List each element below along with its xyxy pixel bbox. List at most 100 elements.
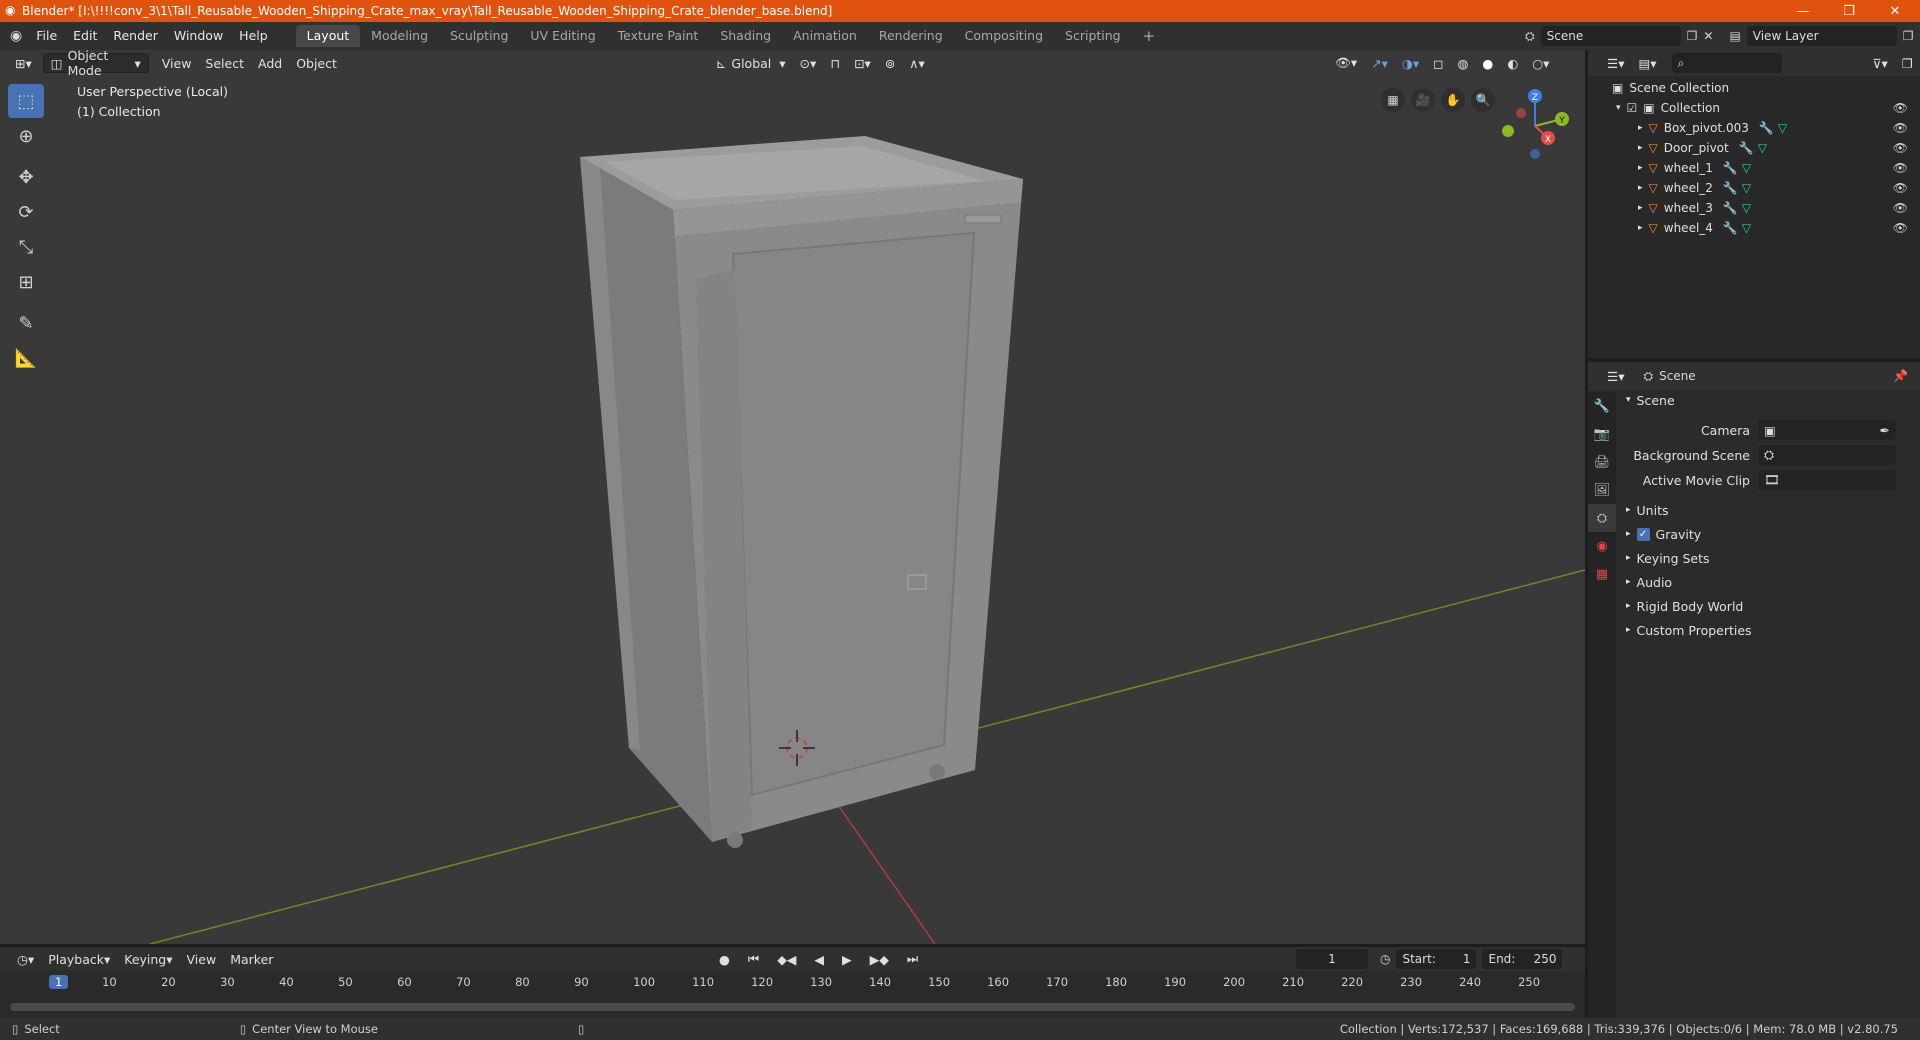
tab-shading[interactable]: Shading <box>709 25 782 47</box>
menu-keying[interactable]: Keying ▾ <box>117 949 179 969</box>
menu-add[interactable]: Add <box>251 53 289 73</box>
gravity-checkbox[interactable]: ✓ <box>1636 527 1650 541</box>
menu-view[interactable]: View <box>155 53 199 73</box>
units-panel[interactable]: ▸ Units <box>1618 498 1920 522</box>
outliner-object-row[interactable]: ▸ ▽ wheel_3 🔧 ▽ 👁 <box>1588 198 1920 218</box>
custom-properties-panel[interactable]: ▸ Custom Properties <box>1618 618 1920 642</box>
outliner-object-row[interactable]: ▸ ▽ wheel_1 🔧 ▽ 👁 <box>1588 158 1920 178</box>
new-scene-icon[interactable]: ❐ <box>1687 29 1698 43</box>
view-layer-tab-icon[interactable]: 🖼 <box>1588 476 1616 504</box>
expand-arrow-icon[interactable]: ▾ <box>1616 103 1621 113</box>
falloff-icon[interactable]: ∧▾ <box>902 53 931 73</box>
annotate-tool-icon[interactable]: ✎ <box>8 306 44 340</box>
eye-icon[interactable]: 👁 <box>1893 101 1908 115</box>
scene-panel-header[interactable]: ▾ Scene <box>1618 388 1920 412</box>
snap-toggle-icon[interactable]: ⊓ <box>823 53 847 73</box>
timeline-ruler[interactable]: 1 10 20 30 40 50 60 70 80 90 100 110 120 130 140 150 160… <box>0 973 1585 993</box>
eye-icon[interactable]: 👁 <box>1893 221 1908 235</box>
scene-tab-icon[interactable]: ⛭ <box>1588 504 1616 532</box>
transform-orientation-selector[interactable]: ⊾ Global ▾ <box>709 53 793 73</box>
eye-icon[interactable]: 👁 <box>1893 161 1908 175</box>
menu-timeline-view[interactable]: View <box>180 949 224 969</box>
3d-viewport[interactable] <box>0 50 1585 944</box>
clock-icon[interactable]: ◷ <box>1380 952 1390 966</box>
blender-menu-icon[interactable]: ◉ <box>10 28 22 44</box>
outliner-object-row[interactable]: ▸ ▽ Box_pivot.003 🔧 ▽ 👁 <box>1588 118 1920 138</box>
tab-animation[interactable]: Animation <box>782 25 868 47</box>
eye-icon[interactable]: 👁 <box>1893 201 1908 215</box>
view-layer-icon[interactable]: ▤ <box>1729 29 1740 43</box>
camera-field[interactable]: ▣ ✒ <box>1758 420 1896 440</box>
tab-rendering[interactable]: Rendering <box>868 25 954 47</box>
outliner-object-row[interactable]: ▸ ▽ Door_pivot 🔧 ▽ 👁 <box>1588 138 1920 158</box>
start-frame-field[interactable]: Start: 1 <box>1396 949 1477 969</box>
mode-selector[interactable]: ◫ Object Mode ▾ <box>42 48 149 78</box>
expand-arrow-icon[interactable]: ▸ <box>1638 203 1643 213</box>
jump-end-icon[interactable]: ⏭ <box>900 949 925 969</box>
menu-playback[interactable]: Playback ▾ <box>41 949 117 969</box>
eye-icon[interactable]: 👁 <box>1893 141 1908 155</box>
record-icon[interactable]: ● <box>712 949 737 969</box>
snap-element-icon[interactable]: ⊡▾ <box>847 53 878 73</box>
display-mode-icon[interactable]: ▤▾ <box>1631 53 1663 73</box>
menu-select[interactable]: Select <box>198 53 251 73</box>
tab-sculpting[interactable]: Sculpting <box>439 25 519 47</box>
world-tab-icon[interactable]: ◉ <box>1588 532 1616 560</box>
jump-keyframe-forward-icon[interactable]: ▶◆ <box>863 949 896 969</box>
eyedropper-icon[interactable]: ✒ <box>1880 423 1890 438</box>
menu-file[interactable]: File <box>28 22 65 50</box>
outliner-editor-type-icon[interactable]: ☰▾ <box>1600 53 1631 73</box>
audio-panel[interactable]: ▸ Audio <box>1618 570 1920 594</box>
add-workspace-icon[interactable]: + <box>1132 25 1167 47</box>
expand-arrow-icon[interactable]: ▸ <box>1638 123 1643 133</box>
measure-tool-icon[interactable]: 📐 <box>8 341 44 375</box>
menu-help[interactable]: Help <box>231 22 276 50</box>
scale-tool-icon[interactable]: ⤡ <box>8 230 44 264</box>
new-view-layer-icon[interactable]: ❐ <box>1903 29 1914 43</box>
rotate-tool-icon[interactable]: ⟳ <box>8 195 44 229</box>
tab-layout[interactable]: Layout <box>295 25 361 47</box>
camera-view-icon[interactable]: 🎥 <box>1411 88 1435 112</box>
active-movie-clip-field[interactable]: 🎞 <box>1758 470 1896 490</box>
menu-window[interactable]: Window <box>166 22 231 50</box>
menu-render[interactable]: Render <box>105 22 166 50</box>
cursor-tool-icon[interactable]: ⊕ <box>8 119 44 153</box>
rendered-shading-icon[interactable]: ○▾ <box>1525 53 1556 73</box>
expand-arrow-icon[interactable]: ▸ <box>1638 163 1643 173</box>
tab-texture-paint[interactable]: Texture Paint <box>607 25 710 47</box>
eye-icon[interactable]: 👁 <box>1893 121 1908 135</box>
pan-hand-icon[interactable]: ✋ <box>1441 88 1465 112</box>
eye-icon[interactable]: 👁 <box>1893 181 1908 195</box>
rigid-body-world-panel[interactable]: ▸ Rigid Body World <box>1618 594 1920 618</box>
timeline-editor-type-icon[interactable]: ◷▾ <box>10 949 41 969</box>
properties-editor-type-icon[interactable]: ☰▾ <box>1600 366 1631 386</box>
solid-shading-icon[interactable]: ● <box>1475 53 1500 73</box>
xray-toggle-icon[interactable]: ◻ <box>1426 53 1450 73</box>
material-shading-icon[interactable]: ◐ <box>1500 53 1525 73</box>
scene-icon[interactable]: ⛭ <box>1525 29 1535 44</box>
gravity-panel[interactable]: ▸ ✓ Gravity <box>1618 522 1920 546</box>
menu-marker[interactable]: Marker <box>223 949 280 969</box>
pivot-point-icon[interactable]: ⊙▾ <box>793 53 824 73</box>
tab-uv-editing[interactable]: UV Editing <box>519 25 606 47</box>
jump-keyframe-back-icon[interactable]: ◆◀ <box>770 949 803 969</box>
texture-tab-icon[interactable]: ▦ <box>1588 560 1616 588</box>
play-reverse-icon[interactable]: ◀ <box>807 949 831 969</box>
outliner-search-input[interactable]: ⌕ <box>1671 53 1782 73</box>
grid-view-icon[interactable]: ▦ <box>1381 88 1405 112</box>
outliner-scene-collection[interactable]: ▣ Scene Collection <box>1588 78 1920 98</box>
filter-icon[interactable]: ⊽▾ <box>1865 53 1894 73</box>
minimize-button[interactable]: — <box>1780 0 1826 22</box>
background-scene-field[interactable]: ⛭ <box>1758 445 1896 465</box>
visibility-icon[interactable]: 👁▾ <box>1328 53 1364 73</box>
timeline-scrollbar[interactable] <box>10 1003 1575 1011</box>
select-box-tool-icon[interactable]: ⬚ <box>8 84 44 118</box>
output-tab-icon[interactable]: 🖨 <box>1588 448 1616 476</box>
pin-icon[interactable]: 📌 <box>1893 369 1908 383</box>
proportional-editing-icon[interactable]: ⊚ <box>878 53 902 73</box>
jump-start-icon[interactable]: ⏮ <box>741 949 766 969</box>
menu-object[interactable]: Object <box>289 53 344 73</box>
restore-button[interactable]: ❐ <box>1826 0 1872 22</box>
keying-sets-panel[interactable]: ▸ Keying Sets <box>1618 546 1920 570</box>
play-icon[interactable]: ▶ <box>835 949 859 969</box>
